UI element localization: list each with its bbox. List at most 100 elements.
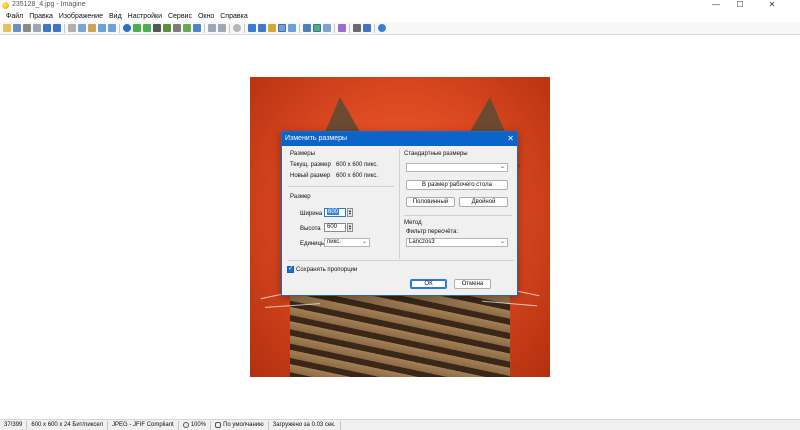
window-title: 235128_4.jpg - Imagine	[12, 1, 86, 8]
zoom-actual-icon[interactable]	[268, 24, 276, 32]
status-sort[interactable]: По умолчанию	[211, 420, 269, 430]
help-icon[interactable]	[378, 24, 386, 32]
resize-dialog: Изменить размеры ✕ Размеры Текущ. размер…	[281, 131, 518, 296]
dialog-close-icon[interactable]: ✕	[507, 132, 514, 146]
refresh-icon[interactable]	[233, 24, 241, 32]
fullscreen-icon[interactable]	[208, 24, 216, 32]
previous-icon[interactable]	[43, 24, 51, 32]
width-spinner[interactable]: ▲ ▼	[347, 208, 353, 217]
status-sort-value: По умолчанию	[223, 421, 264, 428]
rotate-left-icon[interactable]	[133, 24, 141, 32]
copy-to-icon[interactable]	[353, 24, 361, 32]
thumbnails-icon[interactable]	[303, 24, 311, 32]
menu-bar: Файл Правка Изображение Вид Настройки Се…	[0, 11, 800, 22]
chevron-down-icon: ⌄	[499, 239, 505, 245]
effects-icon[interactable]	[193, 24, 201, 32]
info-icon[interactable]	[123, 24, 131, 32]
toolbar-separator	[349, 23, 350, 33]
crop-icon[interactable]	[173, 24, 181, 32]
toolbar-separator	[204, 23, 205, 33]
menu-edit[interactable]: Правка	[26, 11, 56, 22]
divider	[288, 186, 394, 187]
double-size-button[interactable]: Двойной	[459, 197, 508, 207]
filter-label: Фильтр пересчёта:	[406, 229, 459, 235]
method-group-label: Метод	[404, 220, 422, 226]
sort-icon	[215, 422, 222, 428]
print-icon[interactable]	[23, 24, 31, 32]
copy-icon[interactable]	[78, 24, 86, 32]
menu-file[interactable]: Файл	[3, 11, 26, 22]
open-icon[interactable]	[3, 24, 11, 32]
width-value: 600	[327, 209, 340, 215]
undo-icon[interactable]	[98, 24, 106, 32]
move-to-icon[interactable]	[363, 24, 371, 32]
width-input[interactable]: 600	[324, 208, 346, 217]
height-spinner[interactable]: ▲ ▼	[347, 223, 353, 232]
cut-icon[interactable]	[68, 24, 76, 32]
cancel-button[interactable]: Отмена	[454, 279, 491, 289]
zoom-in-icon[interactable]	[248, 24, 256, 32]
browser-icon[interactable]	[313, 24, 321, 32]
half-size-button[interactable]: Половинный	[406, 197, 455, 207]
toolbar-separator	[64, 23, 65, 33]
chevron-down-icon: ⌄	[361, 239, 367, 245]
scan-icon[interactable]	[33, 24, 41, 32]
adjust-icon[interactable]	[183, 24, 191, 32]
rotate-right-icon[interactable]	[143, 24, 151, 32]
zoom-out-icon[interactable]	[258, 24, 266, 32]
standard-sizes-select[interactable]: ⌄	[406, 163, 508, 172]
maximize-button[interactable]: ☐	[728, 0, 752, 11]
next-icon[interactable]	[53, 24, 61, 32]
new-size-label: Новый размер	[290, 173, 331, 179]
title-bar: 235128_4.jpg - Imagine — ☐ ✕	[0, 0, 800, 11]
ok-button[interactable]: ОК	[410, 279, 447, 289]
resize-icon[interactable]	[163, 24, 171, 32]
edit-icon[interactable]	[338, 24, 346, 32]
filter-value: Lanczos3	[409, 239, 435, 245]
status-dimensions: 600 x 600 x 24 Бит/пиксел	[27, 420, 109, 430]
filter-select[interactable]: Lanczos3 ⌄	[406, 238, 508, 247]
height-input[interactable]: 600	[324, 223, 346, 232]
status-zoom[interactable]: 100%	[179, 420, 212, 430]
keep-proportions-checkbox[interactable]: ✓	[287, 266, 294, 273]
close-button[interactable]: ✕	[760, 0, 784, 11]
zoom-fit-icon[interactable]	[278, 24, 286, 32]
app-icon	[2, 2, 9, 9]
units-select[interactable]: пикс. ⌄	[324, 238, 370, 247]
desktop-size-button[interactable]: В размер рабочего стола	[406, 180, 508, 190]
flip-icon[interactable]	[153, 24, 161, 32]
standard-sizes-label: Стандартные размеры	[404, 151, 468, 157]
sizes-group-label: Размеры	[290, 151, 315, 157]
menu-help[interactable]: Справка	[217, 11, 250, 22]
status-zoom-value: 100%	[190, 421, 207, 428]
menu-settings[interactable]: Настройки	[125, 11, 165, 22]
status-index: 37/399	[0, 420, 28, 430]
divider	[404, 215, 512, 216]
toolbar-separator	[299, 23, 300, 33]
menu-image[interactable]: Изображение	[56, 11, 106, 22]
chevron-down-icon: ⌄	[499, 164, 505, 170]
menu-view[interactable]: Вид	[106, 11, 125, 22]
minimize-button[interactable]: —	[704, 0, 728, 11]
units-value: пикс.	[327, 239, 341, 245]
redo-icon[interactable]	[108, 24, 116, 32]
slideshow-icon[interactable]	[218, 24, 226, 32]
new-size-value: 600 x 600 пикс.	[336, 173, 378, 179]
status-format: JPEG - JFIF Compliant	[108, 420, 179, 430]
zoom-width-icon[interactable]	[288, 24, 296, 32]
batch-icon[interactable]	[323, 24, 331, 32]
width-label: Ширина	[300, 211, 323, 217]
status-bar: 37/399 600 x 600 x 24 Бит/пиксел JPEG - …	[0, 419, 800, 430]
toolbar-separator	[334, 23, 335, 33]
units-label: Единицы	[300, 241, 326, 247]
toolbar-separator	[374, 23, 375, 33]
save-icon[interactable]	[13, 24, 21, 32]
height-label: Высота	[300, 226, 321, 232]
dialog-title-bar: Изменить размеры ✕	[282, 132, 517, 146]
current-size-value: 600 x 600 пикс.	[336, 162, 378, 168]
menu-window[interactable]: Окно	[195, 11, 217, 22]
menu-tools[interactable]: Сервис	[165, 11, 195, 22]
toolbar	[0, 22, 800, 35]
paste-icon[interactable]	[88, 24, 96, 32]
keep-proportions-label: Сохранять пропорции	[296, 267, 358, 273]
